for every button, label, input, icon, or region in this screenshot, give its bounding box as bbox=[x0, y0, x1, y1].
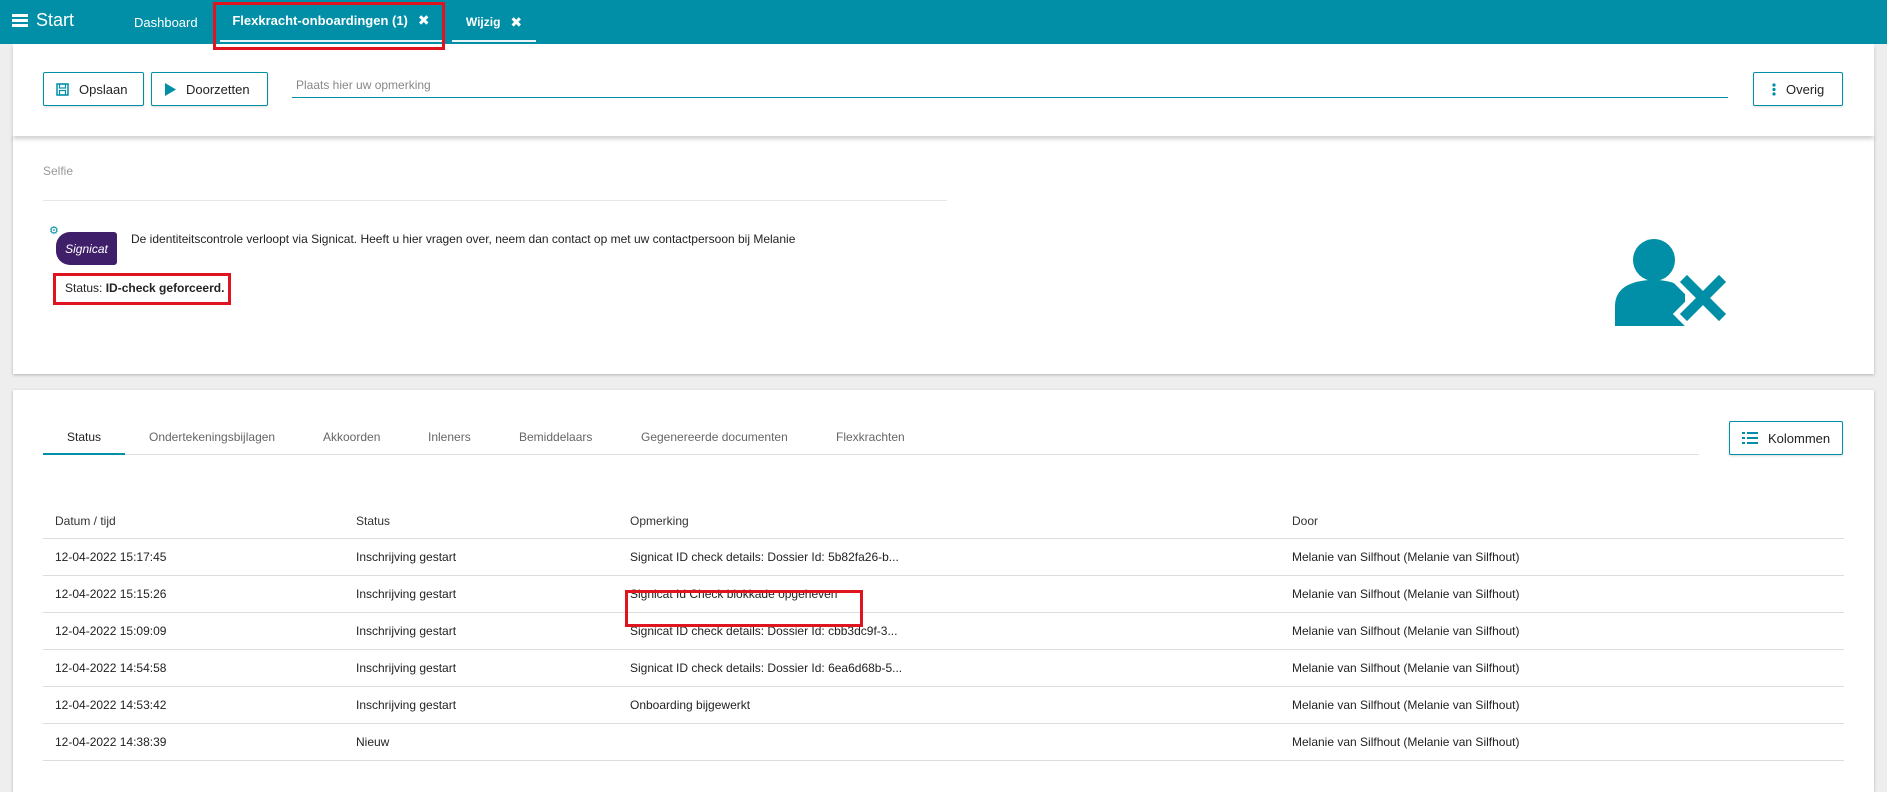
table-row[interactable]: 12-04-2022 15:17:45 Inschrijving gestart… bbox=[43, 538, 1844, 576]
column-header[interactable]: Opmerking bbox=[618, 514, 1280, 539]
cell-status: Inschrijving gestart bbox=[344, 538, 618, 576]
divider bbox=[43, 200, 947, 201]
identity-info-text: De identiteitscontrole verloopt via Sign… bbox=[131, 232, 796, 246]
table-row[interactable]: 12-04-2022 14:53:42 Inschrijving gestart… bbox=[43, 686, 1844, 724]
cell-by: Melanie van Silfhout (Melanie van Silfho… bbox=[1280, 723, 1844, 761]
cell-remark: Onboarding bijgewerkt bbox=[618, 686, 1280, 724]
cell-by: Melanie van Silfhout (Melanie van Silfho… bbox=[1280, 649, 1844, 687]
cell-datetime: 12-04-2022 14:54:58 bbox=[43, 649, 344, 687]
cell-remark: Signicat ID check details: Dossier Id: 5… bbox=[618, 538, 1280, 576]
table-row[interactable]: 12-04-2022 15:15:26 Inschrijving gestart… bbox=[43, 575, 1844, 613]
tab-label: Ondertekeningsbijlagen bbox=[149, 430, 276, 444]
tab-dashboard[interactable]: Dashboard bbox=[134, 0, 198, 44]
cell-remark: Signicat ID check details: Dossier Id: 6… bbox=[618, 649, 1280, 687]
table-row[interactable]: 12-04-2022 15:09:09 Inschrijving gestart… bbox=[43, 612, 1844, 650]
cell-remark bbox=[618, 723, 1280, 761]
cell-by: Melanie van Silfhout (Melanie van Silfho… bbox=[1280, 575, 1844, 613]
start-label: Start bbox=[36, 10, 75, 30]
tab-label: Gegenereerde documenten bbox=[641, 430, 788, 444]
column-header[interactable]: Status bbox=[344, 514, 618, 539]
forward-button[interactable]: Doorzetten bbox=[151, 72, 268, 106]
tab-label: Bemiddelaars bbox=[519, 430, 593, 444]
status-text: Status: ID-check geforceerd. bbox=[65, 281, 224, 295]
start-menu-button[interactable]: Start bbox=[12, 10, 74, 31]
user-remove-icon bbox=[1613, 236, 1734, 333]
tab-wijzig-label: Wijzig bbox=[465, 15, 501, 29]
cell-by: Melanie van Silfhout (Melanie van Silfho… bbox=[1280, 686, 1844, 724]
save-icon bbox=[56, 82, 69, 96]
section-label: Selfie bbox=[43, 164, 74, 178]
more-vertical-icon bbox=[1772, 82, 1776, 96]
tab-status[interactable]: Status bbox=[43, 430, 125, 455]
table-header-row: Datum / tijd Status Opmerking Door bbox=[43, 514, 1844, 539]
cell-datetime: 12-04-2022 15:17:45 bbox=[43, 538, 344, 576]
close-icon[interactable]: ✖ bbox=[510, 14, 522, 31]
signicat-logo: Signicat bbox=[56, 232, 117, 265]
tab-flexkracht-onboardingen[interactable]: Flexkracht-onboardingen (1) ✖ bbox=[220, 0, 442, 42]
cell-remark: Signicat ID check details: Dossier Id: c… bbox=[618, 612, 1280, 650]
tab-dashboard-label: Dashboard bbox=[134, 14, 198, 30]
cell-datetime: 12-04-2022 15:09:09 bbox=[43, 612, 344, 650]
columns-button[interactable]: Kolommen bbox=[1729, 421, 1843, 455]
save-button[interactable]: Opslaan bbox=[43, 72, 144, 106]
play-icon bbox=[165, 82, 176, 96]
cell-datetime: 12-04-2022 14:38:39 bbox=[43, 723, 344, 761]
close-icon[interactable]: ✖ bbox=[418, 12, 430, 29]
selfie-card: Selfie ⚙ Signicat De identiteitscontrole… bbox=[13, 136, 1874, 374]
cell-remark: Signicat Id Check blokkade opgeheven bbox=[618, 575, 1280, 613]
remark-input[interactable]: Plaats hier uw opmerking bbox=[292, 68, 1728, 98]
tab-flexkracht-label: Flexkracht-onboardingen (1) bbox=[232, 12, 408, 28]
tab-gegenereerde-documenten[interactable]: Gegenereerde documenten bbox=[641, 430, 788, 455]
cell-datetime: 12-04-2022 14:53:42 bbox=[43, 686, 344, 724]
status-value: ID-check geforceerd. bbox=[105, 281, 225, 295]
menu-icon bbox=[12, 14, 28, 27]
cell-status: Inschrijving gestart bbox=[344, 612, 618, 650]
cell-datetime: 12-04-2022 15:15:26 bbox=[43, 575, 344, 613]
remark-placeholder: Plaats hier uw opmerking bbox=[296, 78, 431, 92]
list-icon bbox=[1742, 432, 1758, 444]
cell-status: Nieuw bbox=[344, 723, 618, 761]
tab-label: Flexkrachten bbox=[836, 430, 905, 444]
tab-ondertekeningsbijlagen[interactable]: Ondertekeningsbijlagen bbox=[149, 430, 275, 455]
save-label: Opslaan bbox=[79, 81, 128, 97]
tab-bemiddelaars[interactable]: Bemiddelaars bbox=[519, 430, 592, 455]
table-row[interactable]: 12-04-2022 14:54:58 Inschrijving gestart… bbox=[43, 649, 1844, 687]
column-header[interactable]: Datum / tijd bbox=[43, 514, 344, 539]
top-bar: Start Dashboard Flexkracht-onboardingen … bbox=[0, 0, 1887, 44]
cell-status: Inschrijving gestart bbox=[344, 686, 618, 724]
tab-akkoorden[interactable]: Akkoorden bbox=[323, 430, 380, 455]
column-header[interactable]: Door bbox=[1280, 514, 1844, 539]
cell-by: Melanie van Silfhout (Melanie van Silfho… bbox=[1280, 538, 1844, 576]
more-button[interactable]: Overig bbox=[1753, 72, 1843, 106]
columns-label: Kolommen bbox=[1768, 430, 1831, 446]
tab-status-label: Status bbox=[67, 430, 102, 444]
forward-label: Doorzetten bbox=[186, 81, 250, 97]
table-row[interactable]: 12-04-2022 14:38:39 Nieuw Melanie van Si… bbox=[43, 723, 1844, 761]
cell-by: Melanie van Silfhout (Melanie van Silfho… bbox=[1280, 612, 1844, 650]
tab-bar: Status Ondertekeningsbijlagen Akkoorden … bbox=[43, 430, 1699, 455]
cell-status: Inschrijving gestart bbox=[344, 575, 618, 613]
cell-status: Inschrijving gestart bbox=[344, 649, 618, 687]
more-label: Overig bbox=[1786, 81, 1825, 97]
logo-text: Signicat bbox=[65, 241, 108, 256]
status-prefix: Status: bbox=[65, 281, 103, 295]
tab-wijzig[interactable]: Wijzig ✖ bbox=[452, 4, 536, 42]
tab-inleners[interactable]: Inleners bbox=[428, 430, 471, 455]
status-history-table: Datum / tijd Status Opmerking Door 12-04… bbox=[43, 514, 1844, 761]
action-toolbar: Opslaan Doorzetten Plaats hier uw opmerk… bbox=[13, 44, 1874, 136]
history-card: Status Ondertekeningsbijlagen Akkoorden … bbox=[13, 390, 1874, 792]
tab-label: Akkoorden bbox=[323, 430, 381, 444]
tab-flexkrachten[interactable]: Flexkrachten bbox=[836, 430, 905, 455]
gear-icon[interactable]: ⚙ bbox=[49, 224, 59, 237]
tab-label: Inleners bbox=[428, 430, 471, 444]
